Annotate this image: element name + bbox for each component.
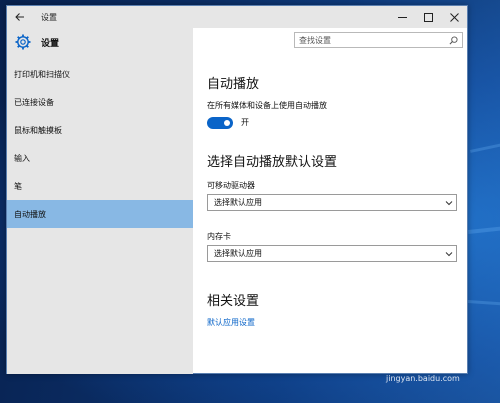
default-apps-link[interactable]: 默认应用设置 <box>207 317 255 328</box>
maximize-button[interactable] <box>415 6 441 28</box>
removable-drive-label: 可移动驱动器 <box>207 181 255 190</box>
watermark-logo: Baidu经验 <box>386 357 454 372</box>
baidu-watermark: Baidu经验 jingyan.baidu.com <box>386 353 496 401</box>
desktop-light-beam <box>470 141 500 153</box>
settings-window: 设置 设置 打印机和扫描仪 已连接设备 鼠标和触摸板 输入 笔 自动播放 查找设… <box>6 5 468 374</box>
back-button[interactable] <box>7 6 33 28</box>
removable-drive-select[interactable]: 选择默认应用 <box>207 194 457 211</box>
sidebar-brand-label: 设置 <box>41 38 60 49</box>
sidebar-item-label: 已连接设备 <box>14 97 54 107</box>
toggle-state-text: 开 <box>241 118 249 127</box>
autoplay-toggle-label: 在所有媒体和设备上使用自动播放 <box>207 101 327 110</box>
sidebar-item-pen[interactable]: 笔 <box>7 172 193 200</box>
minimize-icon <box>397 16 407 18</box>
close-icon <box>449 12 459 22</box>
sidebar-item-label: 鼠标和触摸板 <box>14 125 62 135</box>
arrow-left-icon <box>15 13 24 21</box>
page-title: 自动播放 <box>207 77 260 92</box>
sidebar-item-mouse-touchpad[interactable]: 鼠标和触摸板 <box>7 116 193 144</box>
chevron-down-icon <box>445 252 453 257</box>
title-bar: 设置 <box>7 6 467 28</box>
sidebar: 设置 打印机和扫描仪 已连接设备 鼠标和触摸板 输入 笔 自动播放 <box>7 28 193 374</box>
sidebar-item-connected-devices[interactable]: 已连接设备 <box>7 88 193 116</box>
sidebar-item-label: 笔 <box>14 181 22 191</box>
related-settings-title: 相关设置 <box>207 294 260 309</box>
window-title: 设置 <box>41 12 57 22</box>
chevron-down-icon <box>445 201 453 206</box>
defaults-section-title: 选择自动播放默认设置 <box>207 155 338 170</box>
removable-drive-value: 选择默认应用 <box>214 198 262 207</box>
memory-card-value: 选择默认应用 <box>214 249 262 258</box>
settings-home[interactable]: 设置 <box>15 34 59 50</box>
desktop-light-beam <box>467 300 500 306</box>
sidebar-item-label: 输入 <box>14 153 30 163</box>
window-controls <box>389 6 467 28</box>
sidebar-item-printers[interactable]: 打印机和扫描仪 <box>7 60 193 88</box>
sidebar-item-label: 打印机和扫描仪 <box>14 69 70 79</box>
close-button[interactable] <box>441 6 467 28</box>
toggle-knob <box>224 120 230 126</box>
maximize-icon <box>423 12 433 22</box>
desktop-light-beam <box>468 225 500 234</box>
sidebar-item-typing[interactable]: 输入 <box>7 144 193 172</box>
memory-card-select[interactable]: 选择默认应用 <box>207 245 457 262</box>
sidebar-item-autoplay[interactable]: 自动播放 <box>7 200 193 228</box>
sidebar-item-label: 自动播放 <box>14 209 46 219</box>
autoplay-toggle[interactable] <box>207 117 233 129</box>
memory-card-label: 内存卡 <box>207 232 231 241</box>
minimize-button[interactable] <box>389 6 415 28</box>
main-content: 自动播放 在所有媒体和设备上使用自动播放 开 选择自动播放默认设置 可移动驱动器… <box>193 28 467 374</box>
watermark-url: jingyan.baidu.com <box>386 374 460 383</box>
gear-icon <box>15 34 31 50</box>
